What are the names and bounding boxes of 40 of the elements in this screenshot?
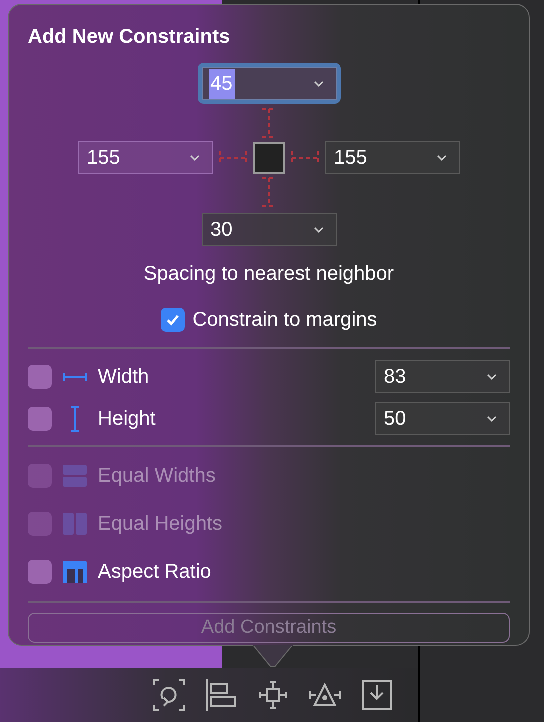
stacked-bars-icon	[63, 465, 87, 487]
checkbox-label: Constrain to margins	[192, 308, 378, 333]
triangle-icon[interactable]	[309, 681, 341, 709]
add-constraints-icon[interactable]	[257, 679, 289, 711]
spacing-caption: Spacing to nearest neighbor	[144, 262, 394, 287]
number-dropdown[interactable]: 155	[78, 141, 213, 174]
dropdown-value: 83	[383, 364, 408, 390]
popover-title: Add New Constraints	[28, 27, 232, 47]
chevron-icon	[190, 154, 200, 160]
number-dropdown[interactable]: 50	[375, 402, 510, 435]
side-bars-icon	[63, 513, 87, 535]
height-icon	[70, 406, 80, 432]
chevron-icon	[487, 374, 497, 380]
refresh-frame-icon[interactable]	[153, 679, 185, 711]
view-square	[253, 142, 285, 174]
aspect-ratio-icon	[63, 561, 87, 583]
chevron-icon	[487, 416, 497, 422]
chevron-icon	[314, 226, 324, 232]
chevron-icon	[314, 80, 324, 86]
row-label: Equal Widths	[98, 464, 216, 489]
checkbox[interactable]	[28, 364, 52, 388]
checkbox[interactable]	[28, 560, 52, 584]
width-icon	[63, 372, 87, 382]
row-label: Aspect Ratio	[98, 560, 212, 585]
align-icon[interactable]	[205, 679, 237, 711]
download-box-icon[interactable]	[361, 679, 393, 711]
checkbox[interactable]	[28, 406, 52, 430]
number-dropdown[interactable]: 30	[202, 213, 336, 246]
number-dropdown[interactable]: 155	[325, 141, 460, 174]
checkbox[interactable]	[160, 308, 185, 332]
dropdown-value: 45	[208, 68, 235, 98]
row-label: Height	[98, 406, 157, 432]
dropdown-value: 155	[333, 146, 368, 170]
dropdown-value: 50	[383, 406, 408, 432]
dropdown-value: 30	[210, 218, 234, 242]
row-label: Equal Heights	[98, 512, 223, 537]
chevron-icon	[437, 154, 447, 160]
number-dropdown[interactable]: 83	[375, 360, 510, 393]
dropdown-value: 155	[86, 146, 122, 170]
row-label: Width	[98, 364, 150, 390]
